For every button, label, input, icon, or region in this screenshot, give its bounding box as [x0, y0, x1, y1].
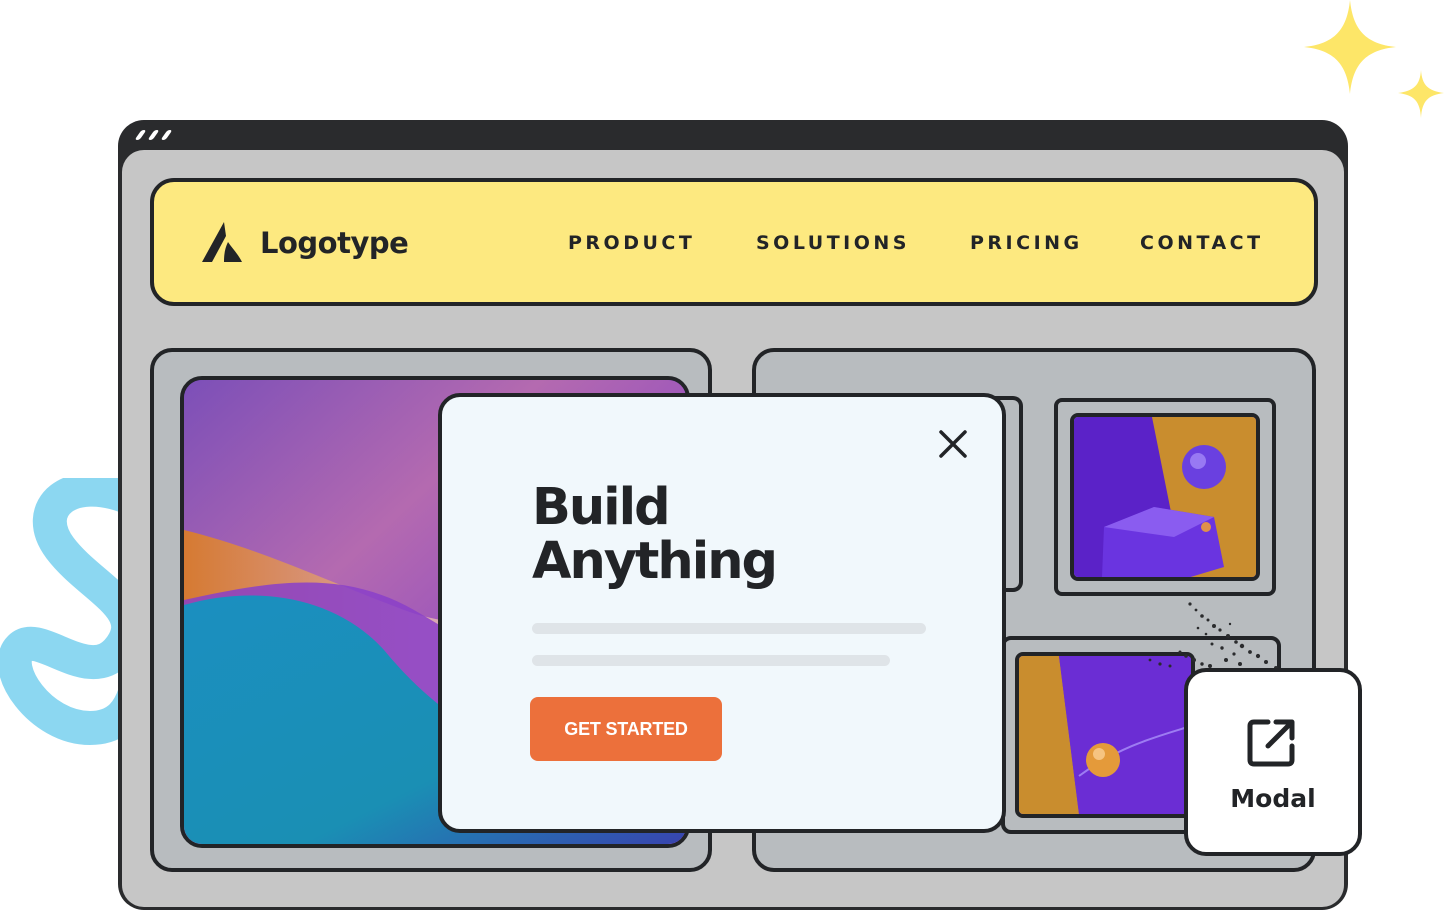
nav-link-pricing[interactable]: PRICING	[970, 232, 1083, 254]
nav-link-solutions[interactable]: SOLUTIONS	[756, 232, 910, 254]
modal-title-line-2: Anything	[532, 532, 778, 591]
logo-text[interactable]: Logotype	[260, 226, 409, 260]
logo-icon	[202, 222, 242, 262]
external-link-icon	[1247, 719, 1295, 767]
get-started-button[interactable]: GET STARTED	[530, 697, 722, 761]
modal-badge[interactable]: Modal	[1184, 668, 1362, 856]
thumbnail-image	[1070, 413, 1260, 581]
badge-label: Modal	[1230, 784, 1316, 813]
window-dots	[134, 130, 173, 140]
text-placeholder-line	[532, 655, 890, 666]
text-placeholder-line	[532, 623, 926, 634]
modal-title-line-1: Build	[532, 478, 671, 537]
sparkles-decoration	[1304, 0, 1444, 118]
modal-title: Build Anything	[532, 478, 778, 591]
modal-dialog: Build Anything GET STARTED	[438, 393, 1006, 833]
wide-image	[1015, 652, 1195, 818]
navbar: Logotype PRODUCT SOLUTIONS PRICING CONTA…	[150, 178, 1318, 306]
thumbnail-card	[1054, 398, 1276, 596]
nav-link-contact[interactable]: CONTACT	[1140, 232, 1264, 254]
close-icon[interactable]	[936, 427, 970, 461]
nav-link-product[interactable]: PRODUCT	[568, 232, 695, 254]
